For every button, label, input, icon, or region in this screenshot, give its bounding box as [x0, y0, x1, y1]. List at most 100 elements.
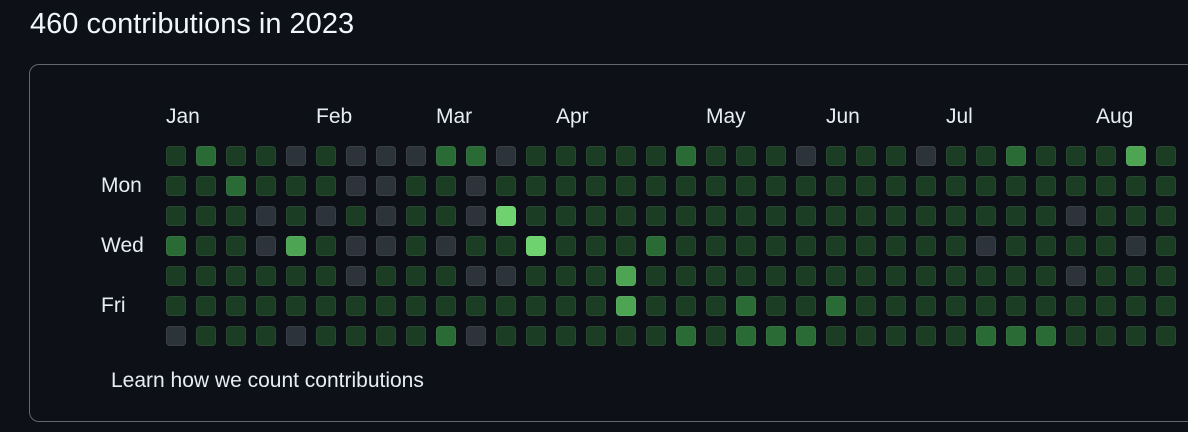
contribution-cell[interactable]	[466, 146, 486, 166]
contribution-cell[interactable]	[286, 236, 306, 256]
contribution-cell[interactable]	[886, 236, 906, 256]
contribution-cell[interactable]	[286, 176, 306, 196]
contribution-cell[interactable]	[856, 326, 876, 346]
contribution-cell[interactable]	[496, 296, 516, 316]
contribution-cell[interactable]	[346, 146, 366, 166]
contribution-cell[interactable]	[256, 296, 276, 316]
contribution-cell[interactable]	[1006, 296, 1026, 316]
contribution-cell[interactable]	[316, 206, 336, 226]
contribution-cell[interactable]	[526, 146, 546, 166]
contribution-cell[interactable]	[1066, 326, 1086, 346]
contribution-cell[interactable]	[196, 326, 216, 346]
contribution-cell[interactable]	[826, 206, 846, 226]
contribution-cell[interactable]	[946, 206, 966, 226]
contribution-cell[interactable]	[1006, 266, 1026, 286]
contribution-cell[interactable]	[796, 326, 816, 346]
contribution-cell[interactable]	[556, 266, 576, 286]
contribution-cell[interactable]	[286, 326, 306, 346]
contribution-cell[interactable]	[1126, 176, 1146, 196]
contribution-cell[interactable]	[1156, 266, 1176, 286]
contribution-cell[interactable]	[676, 266, 696, 286]
contribution-cell[interactable]	[1126, 326, 1146, 346]
contribution-cell[interactable]	[1006, 236, 1026, 256]
contribution-cell[interactable]	[256, 206, 276, 226]
contribution-cell[interactable]	[736, 176, 756, 196]
contribution-cell[interactable]	[196, 296, 216, 316]
contribution-cell[interactable]	[1096, 206, 1116, 226]
contribution-cell[interactable]	[616, 296, 636, 316]
contribution-cell[interactable]	[976, 326, 996, 346]
contribution-cell[interactable]	[766, 296, 786, 316]
contribution-cell[interactable]	[676, 176, 696, 196]
contribution-cell[interactable]	[376, 326, 396, 346]
contribution-cell[interactable]	[316, 266, 336, 286]
contribution-cell[interactable]	[736, 296, 756, 316]
contribution-cell[interactable]	[496, 236, 516, 256]
contribution-cell[interactable]	[496, 326, 516, 346]
contribution-cell[interactable]	[766, 176, 786, 196]
contribution-cell[interactable]	[616, 206, 636, 226]
contribution-cell[interactable]	[1126, 146, 1146, 166]
contribution-cell[interactable]	[226, 206, 246, 226]
contribution-cell[interactable]	[706, 176, 726, 196]
contribution-cell[interactable]	[1126, 296, 1146, 316]
contribution-cell[interactable]	[766, 266, 786, 286]
contribution-cell[interactable]	[346, 326, 366, 346]
contribution-cell[interactable]	[436, 236, 456, 256]
contribution-cell[interactable]	[406, 236, 426, 256]
contribution-cell[interactable]	[1006, 176, 1026, 196]
contribution-cell[interactable]	[1156, 236, 1176, 256]
contribution-cell[interactable]	[796, 236, 816, 256]
contribution-cell[interactable]	[1096, 236, 1116, 256]
contribution-cell[interactable]	[346, 206, 366, 226]
contribution-cell[interactable]	[1126, 266, 1146, 286]
contribution-cell[interactable]	[706, 296, 726, 316]
contribution-cell[interactable]	[496, 146, 516, 166]
contribution-cell[interactable]	[556, 236, 576, 256]
contribution-cell[interactable]	[766, 206, 786, 226]
contribution-cell[interactable]	[646, 326, 666, 346]
contribution-cell[interactable]	[676, 206, 696, 226]
contribution-cell[interactable]	[376, 266, 396, 286]
contribution-cell[interactable]	[916, 236, 936, 256]
contribution-cell[interactable]	[466, 206, 486, 226]
contribution-cell[interactable]	[286, 146, 306, 166]
contribution-cell[interactable]	[796, 206, 816, 226]
contribution-cell[interactable]	[616, 146, 636, 166]
contribution-cell[interactable]	[166, 146, 186, 166]
contribution-cell[interactable]	[226, 326, 246, 346]
contribution-cell[interactable]	[316, 296, 336, 316]
contribution-cell[interactable]	[316, 326, 336, 346]
contribution-cell[interactable]	[286, 206, 306, 226]
contribution-cell[interactable]	[646, 176, 666, 196]
contribution-cell[interactable]	[1126, 206, 1146, 226]
contribution-cell[interactable]	[256, 146, 276, 166]
contribution-cell[interactable]	[706, 326, 726, 346]
contribution-cell[interactable]	[736, 146, 756, 166]
contribution-cell[interactable]	[226, 146, 246, 166]
contribution-cell[interactable]	[886, 296, 906, 316]
contribution-cell[interactable]	[946, 266, 966, 286]
contribution-cell[interactable]	[586, 326, 606, 346]
contribution-cell[interactable]	[1156, 176, 1176, 196]
learn-how-we-count-link[interactable]: Learn how we count contributions	[111, 367, 424, 395]
contribution-cell[interactable]	[226, 236, 246, 256]
contribution-cell[interactable]	[706, 146, 726, 166]
contribution-cell[interactable]	[1096, 176, 1116, 196]
contribution-cell[interactable]	[526, 326, 546, 346]
contribution-cell[interactable]	[946, 236, 966, 256]
contribution-cell[interactable]	[166, 236, 186, 256]
contribution-cell[interactable]	[856, 296, 876, 316]
contribution-cell[interactable]	[316, 176, 336, 196]
contribution-cell[interactable]	[1156, 326, 1176, 346]
contribution-cell[interactable]	[436, 296, 456, 316]
contribution-cell[interactable]	[436, 176, 456, 196]
contribution-cell[interactable]	[856, 236, 876, 256]
contribution-cell[interactable]	[166, 176, 186, 196]
contribution-cell[interactable]	[226, 176, 246, 196]
contribution-cell[interactable]	[196, 176, 216, 196]
contribution-cell[interactable]	[586, 236, 606, 256]
contribution-cell[interactable]	[916, 296, 936, 316]
contribution-cell[interactable]	[496, 176, 516, 196]
contribution-cell[interactable]	[346, 176, 366, 196]
